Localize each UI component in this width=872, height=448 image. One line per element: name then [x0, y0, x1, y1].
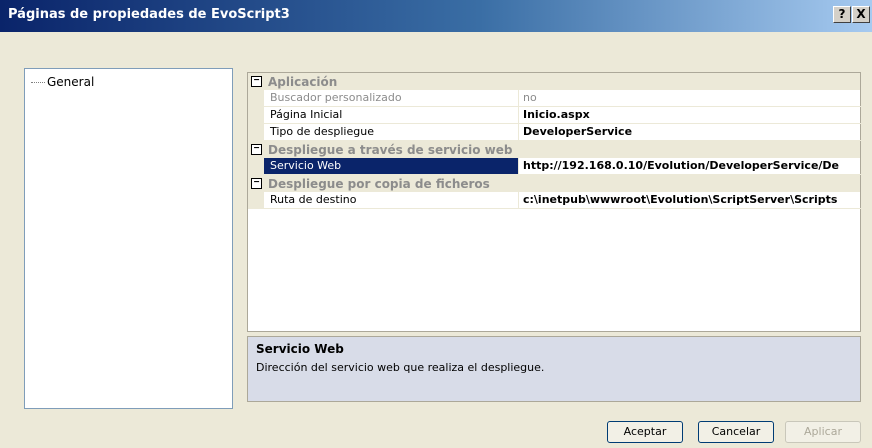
- description-text: Dirección del servicio web que realiza e…: [256, 361, 545, 374]
- property-row[interactable]: Página Inicial Inicio.aspx: [248, 107, 864, 124]
- property-value[interactable]: c:\inetpub\wwwroot\Evolution\ScriptServe…: [519, 192, 864, 209]
- cancel-button[interactable]: Cancelar: [698, 421, 774, 443]
- property-name: Página Inicial: [264, 107, 519, 124]
- window-title: Páginas de propiedades de EvoScript3: [8, 7, 290, 22]
- category-despliegue-copia-ficheros[interactable]: − Despliegue por copia de ficheros: [248, 175, 860, 192]
- category-tree[interactable]: General: [24, 68, 233, 409]
- collapse-icon[interactable]: −: [251, 178, 262, 189]
- property-row[interactable]: Tipo de despliegue DeveloperService: [248, 124, 864, 141]
- title-bar[interactable]: Páginas de propiedades de EvoScript3 ? X: [0, 0, 872, 32]
- category-despliegue-servicio-web[interactable]: − Despliegue a través de servicio web: [248, 141, 860, 158]
- property-grid[interactable]: − Aplicación Buscador personalizado no P…: [247, 72, 864, 332]
- description-panel: Servicio Web Dirección del servicio web …: [247, 336, 861, 402]
- property-name: Buscador personalizado: [264, 90, 519, 107]
- apply-button[interactable]: Aplicar: [785, 421, 861, 443]
- property-name: Servicio Web: [264, 158, 519, 175]
- tree-item-general[interactable]: General: [31, 75, 94, 89]
- category-label: Aplicación: [268, 75, 338, 89]
- property-row-selected[interactable]: Servicio Web http://192.168.0.10/Evoluti…: [248, 158, 864, 175]
- tree-connector: [31, 82, 45, 83]
- property-row[interactable]: Ruta de destino c:\inetpub\wwwroot\Evolu…: [248, 192, 864, 209]
- category-aplicacion[interactable]: − Aplicación: [248, 73, 860, 90]
- help-button[interactable]: ?: [833, 6, 851, 23]
- close-button[interactable]: X: [852, 6, 870, 23]
- category-label: Despliegue por copia de ficheros: [268, 177, 490, 191]
- collapse-icon[interactable]: −: [251, 144, 262, 155]
- property-name: Ruta de destino: [264, 192, 519, 209]
- property-value[interactable]: Inicio.aspx: [519, 107, 864, 124]
- property-value[interactable]: DeveloperService: [519, 124, 864, 141]
- tree-item-label: General: [47, 75, 95, 89]
- collapse-icon[interactable]: −: [251, 76, 262, 87]
- property-value[interactable]: http://192.168.0.10/Evolution/DeveloperS…: [519, 158, 864, 175]
- property-value[interactable]: no: [519, 90, 864, 107]
- property-name: Tipo de despliegue: [264, 124, 519, 141]
- ok-button[interactable]: Aceptar: [607, 421, 683, 443]
- description-title: Servicio Web: [256, 342, 344, 356]
- category-label: Despliegue a través de servicio web: [268, 143, 513, 157]
- property-row[interactable]: Buscador personalizado no: [248, 90, 864, 107]
